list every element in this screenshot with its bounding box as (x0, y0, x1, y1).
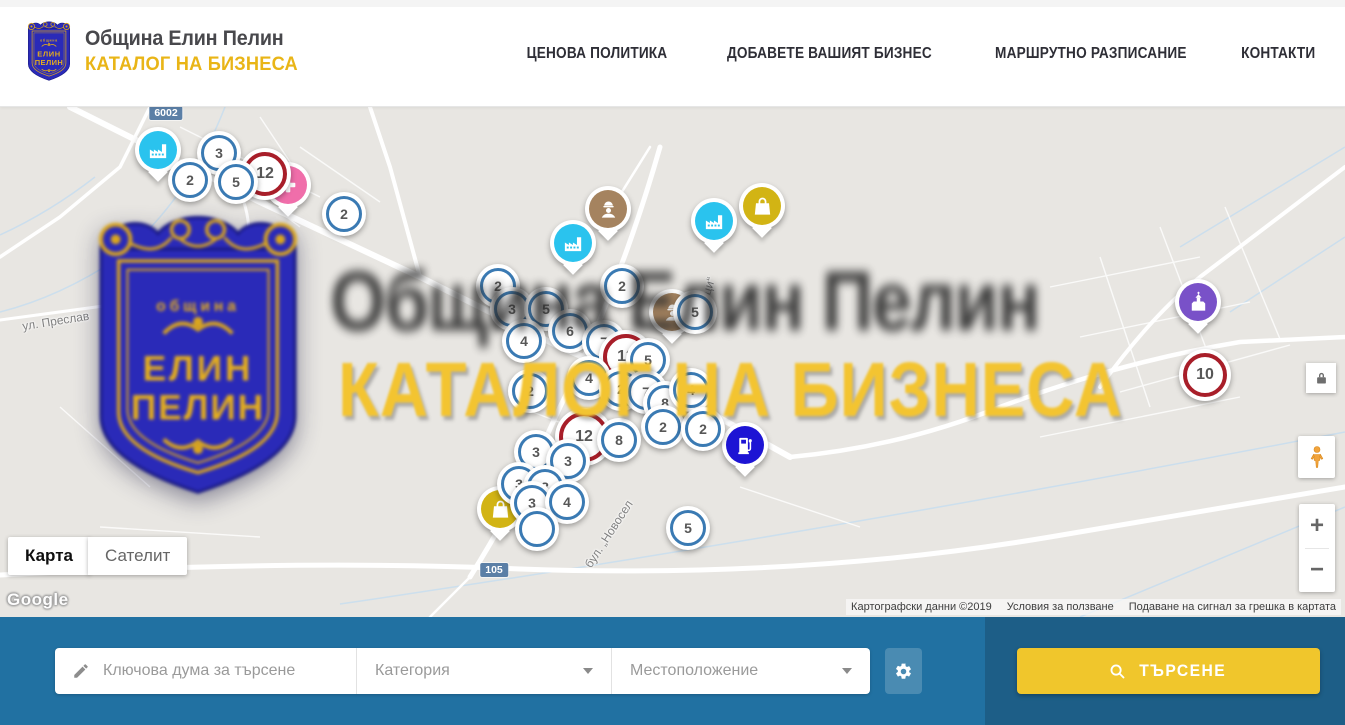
attribution-text: Картографски данни ©2019 (851, 601, 992, 613)
factory-icon (554, 224, 592, 262)
location-dropdown-label: Местоположение (630, 662, 758, 680)
maptype-map-button[interactable]: Карта (8, 537, 90, 575)
cluster-marker[interactable] (515, 507, 559, 551)
cluster-count: 2 (512, 373, 548, 409)
church-icon (1179, 283, 1217, 321)
nav-item-2[interactable]: ДОБАВЕТЕ ВАШИЯТ БИЗНЕС (727, 45, 932, 63)
category-pin-fuel[interactable] (722, 422, 768, 468)
pegman-control[interactable] (1298, 436, 1335, 478)
category-dropdown[interactable]: Категория (357, 648, 612, 694)
attribution-link[interactable]: Условия за ползване (1007, 601, 1114, 613)
site-subtitle: КАТАЛОГ НА БИЗНЕСА (85, 54, 298, 76)
cluster-count: 10 (1183, 353, 1227, 397)
page: община ЕЛИН ПЕЛИН Община Елин Пелин КАТА… (0, 0, 1345, 725)
search-icon (1109, 663, 1126, 680)
category-pin-factory[interactable] (550, 220, 596, 266)
google-logo[interactable]: Google (7, 590, 69, 610)
top-strip (0, 0, 1345, 7)
cluster-marker[interactable]: 4 (502, 319, 546, 363)
cluster-marker[interactable]: 2 (681, 407, 725, 451)
zoom-control: + − (1299, 504, 1335, 592)
location-dropdown[interactable]: Местоположение (612, 648, 870, 694)
factory-icon (695, 202, 733, 240)
nav-item-3[interactable]: МАРШРУТНО РАЗПИСАНИЕ (995, 45, 1187, 63)
category-pin-bag[interactable] (739, 183, 785, 229)
cluster-marker[interactable]: 8 (597, 418, 641, 462)
municipality-crest-logo: община ЕЛИН ПЕЛИН (25, 20, 73, 83)
cluster-marker[interactable]: 10 (1179, 349, 1231, 401)
worker-icon (589, 190, 627, 228)
main-nav: ЦЕНОВА ПОЛИТИКА ДОБАВЕТЕ ВАШИЯТ БИЗНЕС МАР… (517, 0, 1320, 107)
map-attribution: Картографски данни ©2019 Условия за ползв… (846, 599, 1341, 615)
cluster-marker[interactable]: 2 (600, 264, 644, 308)
cluster-marker[interactable]: 4 (669, 368, 713, 412)
keyword-input[interactable] (103, 662, 356, 680)
fuel-icon (726, 426, 764, 464)
cluster-count: 5 (218, 164, 254, 200)
cluster-count: 2 (172, 162, 208, 198)
zoom-in-button[interactable]: + (1299, 504, 1335, 548)
crest-text-top: община (40, 39, 58, 43)
cluster-marker[interactable]: 5 (666, 506, 710, 550)
search-bar: ТЪРСЕНЕ Категория Местоположение (0, 617, 1345, 725)
cluster-marker[interactable]: 2 (508, 369, 552, 413)
cluster-marker[interactable]: 2 (168, 158, 212, 202)
advanced-settings-button[interactable] (885, 648, 922, 694)
brand[interactable]: община ЕЛИН ПЕЛИН Община Елин Пелин КАТА… (25, 20, 307, 83)
search-button-label: ТЪРСЕНЕ (1139, 662, 1226, 681)
cluster-count: 2 (685, 411, 721, 447)
category-pin-church[interactable] (1175, 279, 1221, 325)
cluster-count: 8 (601, 422, 637, 458)
search-bar-right-panel: ТЪРСЕНЕ (985, 617, 1345, 725)
cluster-count: 4 (673, 372, 709, 408)
brand-text: Община Елин Пелин КАТАЛОГ НА БИЗНЕСА (85, 27, 307, 76)
cluster-marker[interactable]: 5 (673, 290, 717, 334)
chevron-down-icon (842, 668, 852, 674)
cluster-count: 2 (645, 409, 681, 445)
category-pin-worker[interactable] (585, 186, 631, 232)
maptype-satellite-button[interactable]: Сателит (88, 537, 187, 575)
keyword-field[interactable] (55, 648, 357, 694)
road-badge: 105 (480, 563, 508, 577)
cluster-count: 5 (670, 510, 706, 546)
factory-icon (139, 131, 177, 169)
lock-icon (1314, 371, 1329, 386)
cluster-count (519, 511, 555, 547)
header: община ЕЛИН ПЕЛИН Община Елин Пелин КАТА… (0, 0, 1345, 107)
category-dropdown-label: Категория (375, 662, 450, 680)
chevron-down-icon (583, 668, 593, 674)
cluster-marker[interactable]: 5 (214, 160, 258, 204)
search-button[interactable]: ТЪРСЕНЕ (1017, 648, 1320, 694)
cluster-count: 2 (326, 196, 362, 232)
crest-text-line2: ПЕЛИН (35, 58, 64, 67)
lock-button[interactable] (1306, 363, 1336, 393)
category-pin-factory[interactable] (691, 198, 737, 244)
crest-text-line1: ЕЛИН (37, 50, 61, 59)
cluster-count: 2 (604, 268, 640, 304)
site-title: Община Елин Пелин (85, 27, 293, 51)
road-badge: 6002 (149, 107, 182, 120)
zoom-out-button[interactable]: − (1299, 549, 1335, 593)
cluster-count: 4 (506, 323, 542, 359)
gear-icon (894, 662, 913, 681)
cluster-marker[interactable]: 2 (322, 192, 366, 236)
map-canvas[interactable]: ул. Преславбул. „Новоселци“ 6002105 3212… (0, 107, 1345, 617)
pegman-icon (1305, 442, 1329, 472)
bag-icon (743, 187, 781, 225)
search-fields: Категория Местоположение (55, 648, 870, 694)
nav-item-1[interactable]: ЦЕНОВА ПОЛИТИКА (527, 45, 668, 63)
pencil-icon (72, 662, 90, 680)
nav-item-4[interactable]: КОНТАКТИ (1241, 45, 1315, 63)
cluster-count: 5 (677, 294, 713, 330)
attribution-link[interactable]: Подаване на сигнал за грешка в картата (1129, 601, 1336, 613)
cluster-marker[interactable]: 2 (641, 405, 685, 449)
